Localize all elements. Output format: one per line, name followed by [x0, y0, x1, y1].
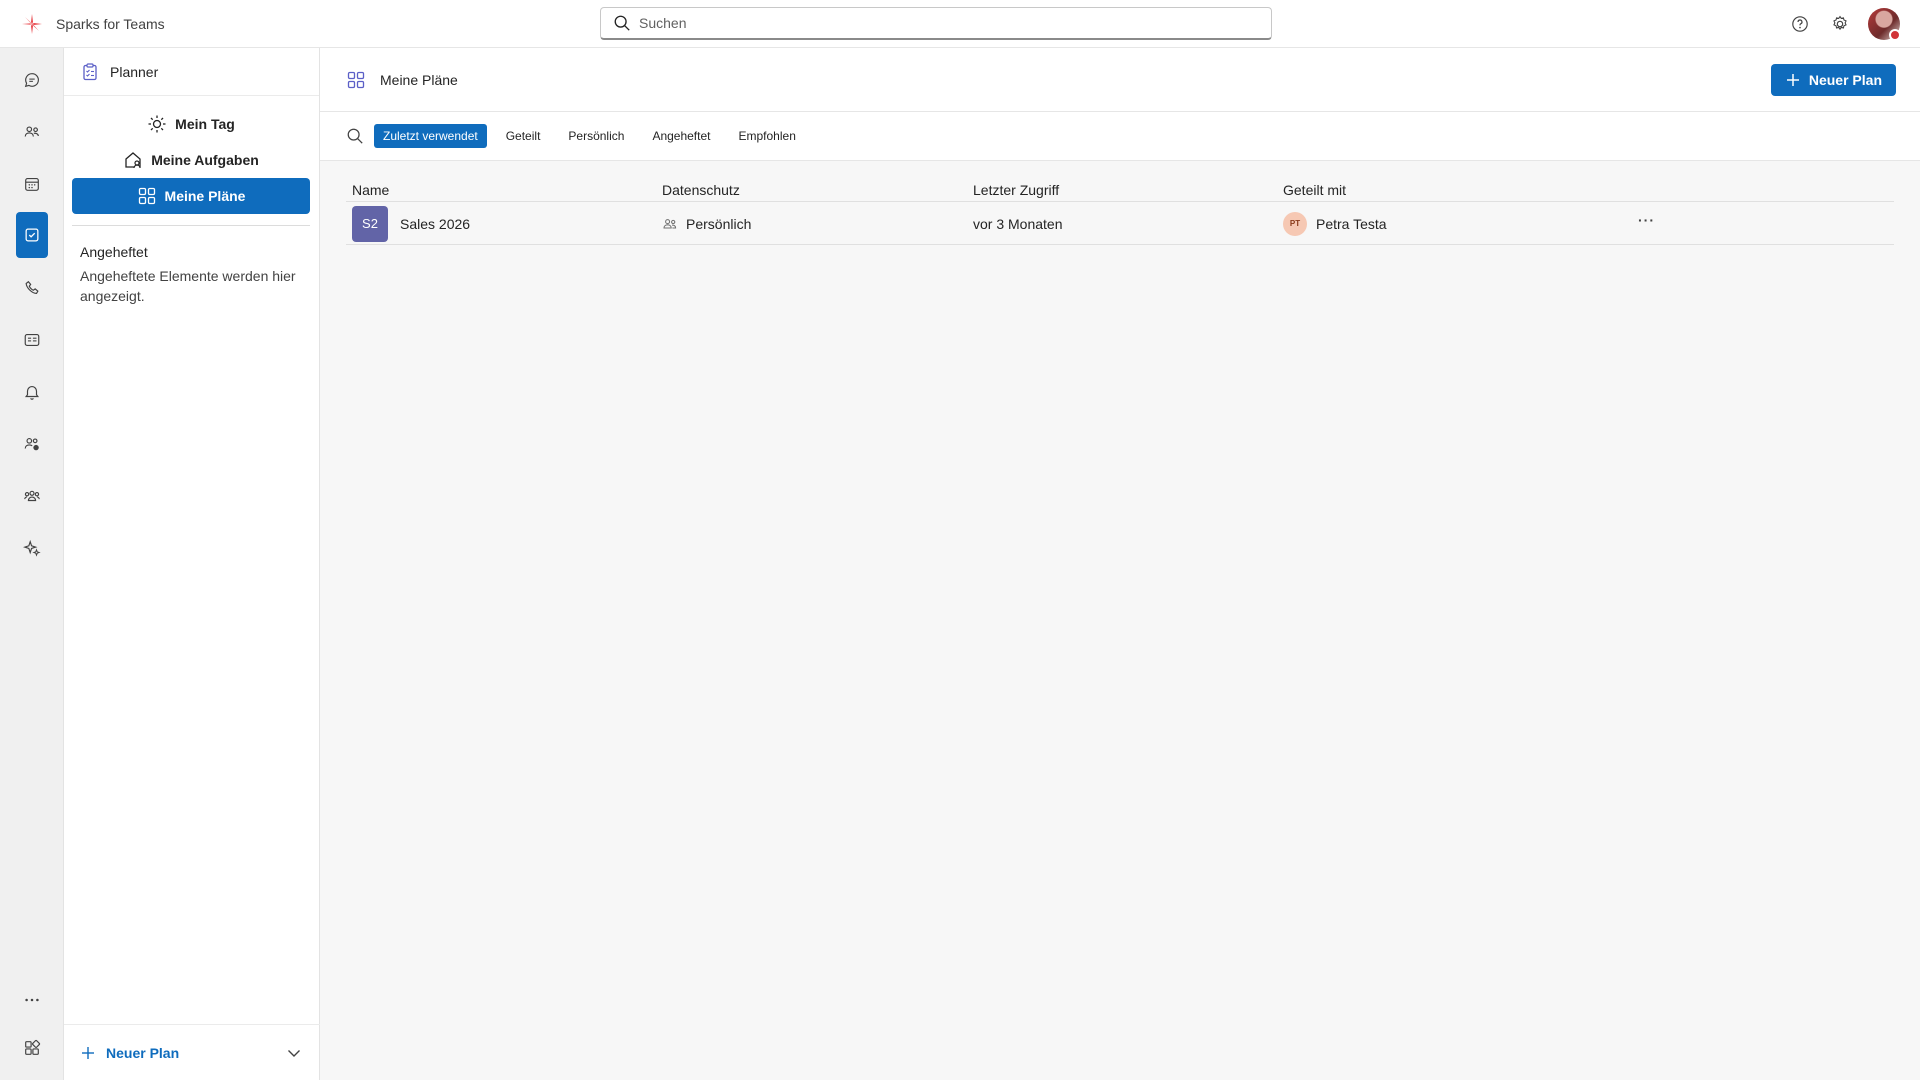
sun-icon [147, 114, 167, 134]
sparks-logo-icon[interactable] [20, 12, 44, 36]
search-box[interactable] [600, 7, 1272, 40]
grid-icon [346, 70, 366, 90]
search-icon [613, 14, 631, 32]
avatar: PT [1283, 211, 1307, 236]
last-access-value: vor 3 Monaten [973, 215, 1063, 232]
filter-zuletzt-verwendet[interactable]: Zuletzt verwendet [374, 124, 487, 148]
shared-with-cell: PT Petra Testa [1283, 202, 1387, 245]
apps-icon[interactable] [16, 1032, 48, 1064]
shared-with-name: Petra Testa [1316, 215, 1387, 232]
settings-gear-icon[interactable] [1824, 8, 1856, 40]
phone-icon[interactable] [16, 272, 48, 304]
brand: Sparks for Teams [0, 12, 600, 36]
last-access-cell: vor 3 Monaten [973, 202, 1063, 245]
table-row[interactable]: S2 Sales 2026 Persönlich vor 3 Monaten P… [346, 202, 1894, 245]
app-rail [0, 48, 64, 1080]
search-input[interactable] [639, 15, 1239, 31]
plus-icon [80, 1045, 96, 1061]
planner-left-pane: Planner Mein Tag Meine Aufgaben Meine Pl… [64, 48, 320, 1080]
more-options-button[interactable]: ··· [1638, 212, 1655, 228]
column-header-privacy[interactable]: Datenschutz [662, 182, 740, 198]
main-content: Meine Pläne Neuer Plan Zuletzt verwendet… [320, 48, 1920, 1080]
column-header-name[interactable]: Name [352, 182, 389, 198]
sparkle-icon[interactable] [16, 532, 48, 564]
people-settings-icon[interactable] [16, 428, 48, 460]
new-plan-button-label: Neuer Plan [1808, 72, 1882, 88]
plans-table: Name Datenschutz Letzter Zugriff Geteilt… [346, 178, 1894, 245]
privacy-value: Persönlich [686, 215, 752, 232]
page-title: Meine Pläne [380, 71, 458, 88]
presence-busy-icon [1889, 29, 1901, 41]
filter-persoenlich[interactable]: Persönlich [559, 124, 633, 148]
help-icon[interactable] [1784, 8, 1816, 40]
user-avatar[interactable] [1868, 8, 1901, 41]
home-person-icon [123, 150, 143, 170]
nav-item-label: Meine Aufgaben [151, 152, 259, 168]
column-header-shared-with[interactable]: Geteilt mit [1283, 182, 1346, 198]
top-actions [1776, 8, 1901, 41]
plan-initials-tile: S2 [352, 205, 388, 242]
privacy-cell: Persönlich [662, 202, 751, 245]
grid-icon [137, 186, 157, 206]
nav-item-mein-tag[interactable]: Mein Tag [72, 106, 310, 142]
nav-item-meine-aufgaben[interactable]: Meine Aufgaben [72, 142, 310, 178]
pinned-section-title: Angeheftet [80, 244, 148, 260]
nav-item-meine-plaene[interactable]: Meine Pläne [72, 178, 310, 214]
filter-geteilt[interactable]: Geteilt [497, 124, 550, 148]
nav-item-label: Meine Pläne [164, 188, 246, 204]
filter-empfohlen[interactable]: Empfohlen [730, 124, 805, 148]
chevron-down-icon[interactable] [286, 1045, 302, 1061]
planner-icon[interactable] [16, 212, 48, 258]
divider [72, 225, 310, 226]
main-header: Meine Pläne Neuer Plan [320, 48, 1920, 112]
planner-header: Planner [64, 48, 319, 96]
people-icon [662, 216, 678, 232]
contact-card-icon[interactable] [16, 324, 48, 356]
nav-item-label: Mein Tag [175, 116, 235, 132]
plus-icon [1785, 72, 1801, 88]
filter-bar: Zuletzt verwendet Geteilt Persönlich Ang… [320, 112, 1920, 161]
plan-name-cell[interactable]: S2 Sales 2026 [352, 202, 470, 245]
new-plan-button[interactable]: Neuer Plan [1770, 64, 1896, 96]
new-plan-footer-label: Neuer Plan [106, 1044, 180, 1061]
bell-icon[interactable] [16, 376, 48, 408]
app-title: Sparks for Teams [56, 15, 165, 32]
plan-name: Sales 2026 [400, 215, 471, 232]
table-header: Name Datenschutz Letzter Zugriff Geteilt… [346, 178, 1894, 202]
planner-clipboard-icon [80, 62, 100, 82]
calendar-icon[interactable] [16, 168, 48, 200]
more-icon[interactable] [16, 984, 48, 1016]
teams-icon[interactable] [16, 116, 48, 148]
filter-angeheftet[interactable]: Angeheftet [643, 124, 719, 148]
planner-title: Planner [110, 63, 159, 80]
community-icon[interactable] [16, 480, 48, 512]
pinned-empty-text: Angeheftete Elemente werden hier angezei… [80, 268, 296, 304]
new-plan-footer-button[interactable]: Neuer Plan [64, 1024, 320, 1080]
chat-icon[interactable] [16, 64, 48, 96]
column-header-last-access[interactable]: Letzter Zugriff [973, 182, 1059, 198]
search-icon[interactable] [346, 127, 364, 145]
top-bar: Sparks for Teams [0, 0, 1920, 48]
